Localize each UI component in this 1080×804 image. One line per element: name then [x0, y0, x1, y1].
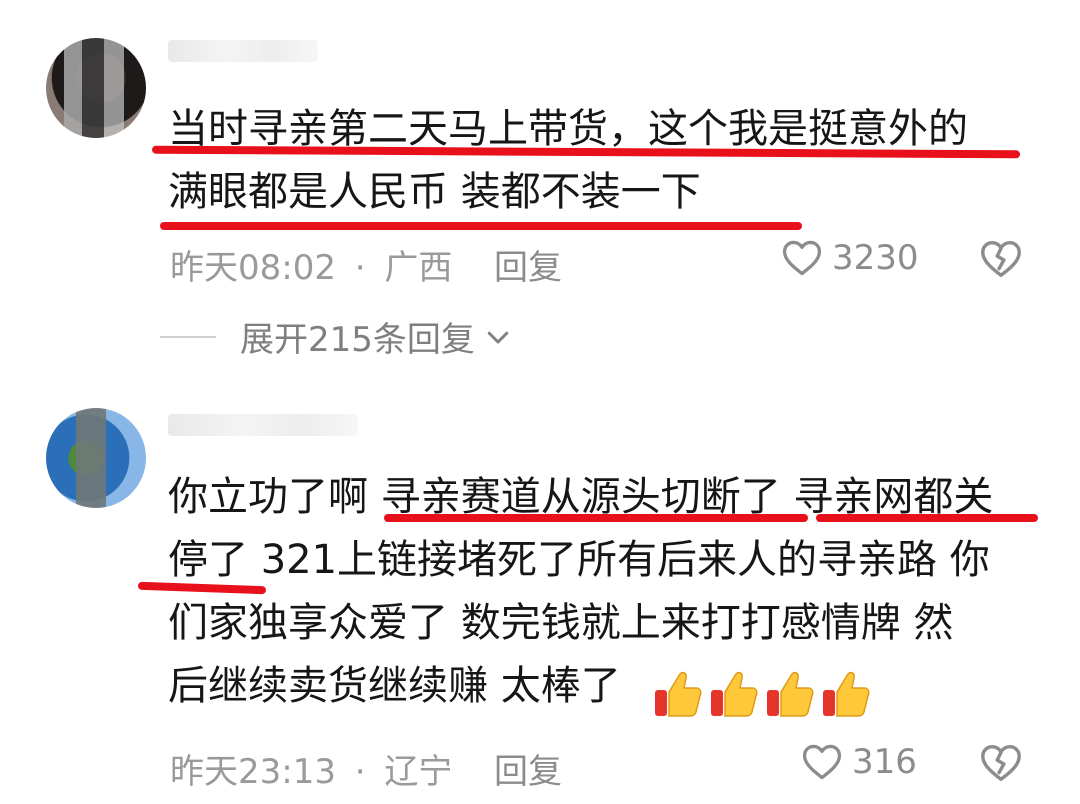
timestamp: 昨天23:13	[170, 752, 336, 792]
reply-button[interactable]: 回复	[494, 240, 562, 289]
avatar[interactable]	[46, 38, 146, 138]
highlight-underline	[160, 222, 802, 230]
location: 辽宁	[384, 752, 453, 792]
timestamp: 昨天08:02	[170, 248, 336, 288]
like-count: 316	[852, 742, 917, 782]
reply-button[interactable]: 回复	[494, 744, 562, 793]
comment-line: 停了 321上链接堵死了所有后来人的寻亲路 你	[168, 537, 990, 583]
heart-icon	[782, 240, 822, 276]
username-blurred[interactable]	[168, 40, 318, 62]
thumbs-up-icon	[711, 671, 758, 717]
thumbs-up-icon	[823, 671, 870, 717]
location: 广西	[384, 248, 453, 288]
highlight-underline	[816, 514, 1038, 522]
highlight-underline	[384, 514, 808, 522]
comment-line: 满眼都是人民币 装都不装一下	[168, 169, 701, 215]
broken-heart-icon	[981, 240, 1021, 278]
dislike-button[interactable]	[978, 740, 1024, 790]
expand-replies-button[interactable]: 展开215条回复	[160, 312, 513, 361]
meta-separator: ·	[354, 752, 366, 792]
comment-text: 当时寻亲第二天马上带货，这个我是挺意外的 满眼都是人民币 装都不装一下	[168, 98, 1048, 224]
dislike-button[interactable]	[978, 236, 1024, 286]
comment-section: 当时寻亲第二天马上带货，这个我是挺意外的 满眼都是人民币 装都不装一下 昨天08…	[0, 0, 1080, 804]
comment-text: 你立功了啊 寻亲赛道从源头切断了 寻亲网都关 停了 321上链接堵死了所有后来人…	[168, 466, 1048, 718]
chevron-down-icon	[487, 331, 509, 343]
comment-meta: 昨天23:13 · 辽宁	[170, 744, 452, 793]
comment-meta: 昨天08:02 · 广西	[170, 240, 452, 289]
divider-line	[160, 335, 216, 338]
meta-separator: ·	[354, 248, 366, 288]
like-button[interactable]: 3230	[780, 236, 919, 280]
thumbs-up-icon	[655, 671, 702, 717]
heart-icon	[802, 744, 842, 780]
username-blurred[interactable]	[168, 414, 358, 436]
avatar[interactable]	[46, 408, 146, 508]
emoji-group	[652, 668, 872, 720]
comment-line: 后继续卖货继续赚 太棒了	[168, 663, 621, 709]
thumbs-up-icon	[767, 671, 814, 717]
expand-replies-label: 展开215条回复	[240, 320, 475, 360]
like-button[interactable]: 316	[800, 740, 917, 784]
comment-line: 们家独享众爱了 数完钱就上来打打感情牌 然	[168, 600, 954, 646]
like-count: 3230	[832, 238, 919, 278]
broken-heart-icon	[981, 744, 1021, 782]
